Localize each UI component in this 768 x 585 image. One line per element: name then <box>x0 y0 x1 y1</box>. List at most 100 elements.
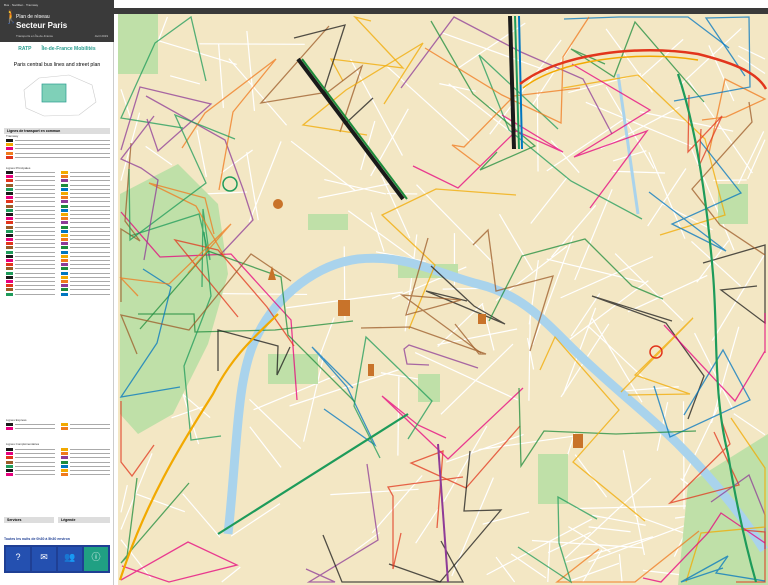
legend-row <box>6 267 55 271</box>
line-description <box>70 197 110 199</box>
line-description <box>70 449 110 451</box>
line-description <box>70 461 110 463</box>
line-swatch <box>61 275 68 279</box>
legend-row <box>6 460 55 464</box>
line-description <box>15 188 55 190</box>
line-description <box>70 180 110 182</box>
line-description <box>15 457 55 459</box>
line-description <box>15 470 55 472</box>
line-swatch <box>6 200 13 204</box>
line-description <box>70 272 110 274</box>
legend-row <box>6 192 55 196</box>
info-icon[interactable]: ? <box>6 547 30 571</box>
express-lines-list <box>6 423 110 431</box>
line-description <box>15 285 55 287</box>
i-icon[interactable]: ⓘ <box>84 547 108 571</box>
line-swatch <box>61 187 68 191</box>
line-description <box>70 470 110 472</box>
line-description <box>70 465 110 467</box>
line-description <box>15 280 55 282</box>
line-swatch <box>61 221 68 225</box>
legend-row <box>61 233 110 237</box>
plan-label: Plan de réseau <box>16 14 50 20</box>
legend-row <box>6 456 55 460</box>
line-swatch <box>61 460 68 464</box>
people-icon[interactable]: 👥 <box>58 547 82 571</box>
line-swatch <box>6 208 13 212</box>
legend-row <box>61 229 110 233</box>
line-swatch <box>6 292 13 296</box>
line-swatch <box>6 233 13 237</box>
legend-row <box>61 246 110 250</box>
line-description <box>15 193 55 195</box>
mail-icon[interactable]: ✉ <box>32 547 56 571</box>
line-swatch <box>6 259 13 263</box>
line-description <box>15 144 110 146</box>
legend-row <box>61 469 110 473</box>
line-description <box>70 243 110 245</box>
line-description <box>70 293 110 295</box>
header-subtitle: Transports en Île-de-France <box>16 34 54 38</box>
line-description <box>70 268 110 270</box>
legend-row <box>6 275 55 279</box>
line-swatch <box>6 456 13 460</box>
legend-row <box>6 464 55 468</box>
line-swatch <box>6 192 13 196</box>
legend-row <box>6 229 55 233</box>
legend-row <box>61 250 110 254</box>
section-transport: Lignes de transport en commun <box>4 128 110 134</box>
legend-row <box>6 271 55 275</box>
line-description <box>15 264 55 266</box>
line-description <box>70 289 110 291</box>
landmark <box>573 434 583 448</box>
line-description <box>15 230 55 232</box>
line-swatch <box>6 267 13 271</box>
landmark-invalides <box>338 300 350 316</box>
legend-row <box>61 242 110 246</box>
line-description <box>15 289 55 291</box>
legend-row <box>61 275 110 279</box>
park <box>268 354 318 384</box>
line-description <box>15 140 110 142</box>
street <box>536 91 539 172</box>
line-swatch <box>6 452 13 456</box>
line-description <box>70 218 110 220</box>
line-swatch <box>61 250 68 254</box>
line-description <box>15 205 55 207</box>
legend-row <box>61 267 110 271</box>
line-swatch <box>6 183 13 187</box>
line-description <box>15 293 55 295</box>
line-swatch <box>61 204 68 208</box>
line-description <box>70 247 110 249</box>
line-description <box>70 188 110 190</box>
street <box>199 43 305 45</box>
line-description <box>15 428 55 430</box>
line-description <box>70 255 110 257</box>
line-description <box>15 251 55 253</box>
legend-row <box>61 292 110 296</box>
line-swatch <box>61 238 68 242</box>
line-description <box>15 222 55 224</box>
line-swatch <box>6 204 13 208</box>
legend-row <box>6 473 55 477</box>
legend-row <box>6 212 55 216</box>
legend-row <box>6 427 55 431</box>
line-swatch <box>61 196 68 200</box>
line-description <box>70 205 110 207</box>
line-description <box>15 453 55 455</box>
line-description <box>70 172 110 174</box>
line-description <box>15 148 110 150</box>
legend-row <box>6 204 55 208</box>
line-swatch <box>61 171 68 175</box>
line-description <box>70 230 110 232</box>
legend-row <box>61 212 110 216</box>
legend-row <box>6 233 55 237</box>
legend-row <box>61 284 110 288</box>
line-description <box>15 152 110 154</box>
line-description <box>70 222 110 224</box>
line-description <box>15 268 55 270</box>
line-swatch <box>61 292 68 296</box>
legend-row <box>6 284 55 288</box>
minimap-focus-area <box>41 83 67 103</box>
legend-row <box>61 187 110 191</box>
